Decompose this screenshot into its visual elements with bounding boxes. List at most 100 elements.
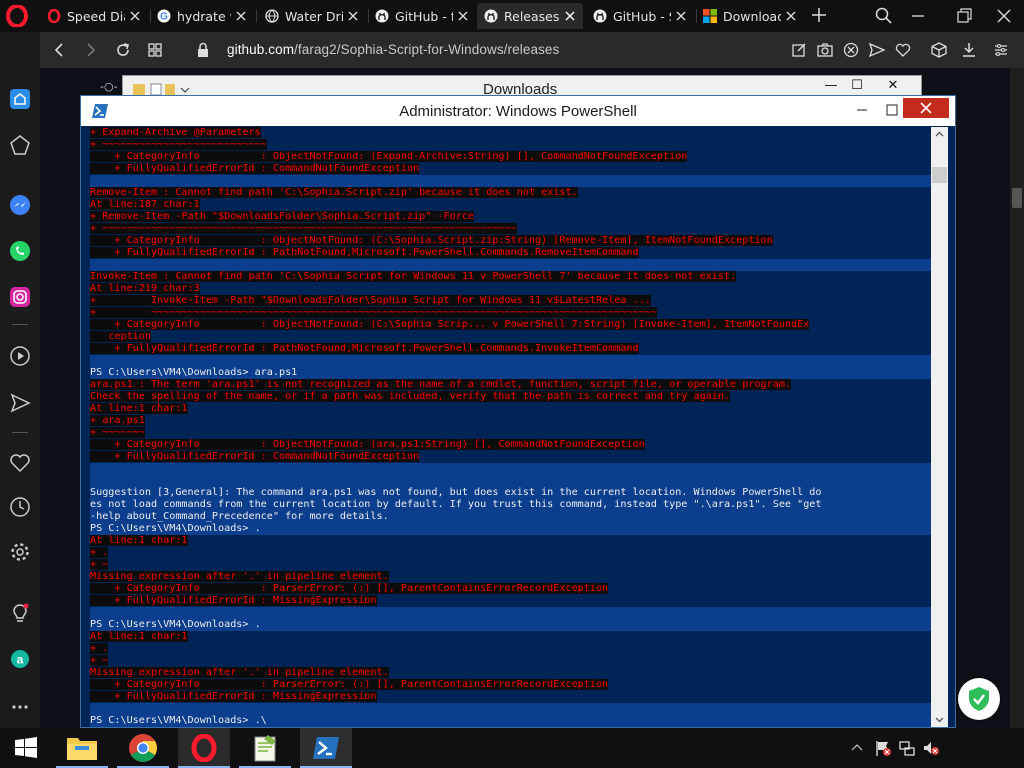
console-error-line: + ~~~~~~~ (90, 427, 932, 439)
bookmark-heart-icon[interactable] (894, 41, 912, 59)
tab-download[interactable]: Download (696, 3, 804, 29)
settings-icon[interactable] (9, 541, 31, 563)
close-window-icon[interactable] (994, 6, 1014, 26)
whatsapp-icon[interactable] (9, 240, 31, 262)
console-error-text: + CategoryInfo : ObjectNotFound: (ara.ps… (90, 439, 645, 450)
show-hidden-icons-chevron-icon[interactable] (848, 739, 866, 757)
browser-tab-strip: Speed Dia G hydrate w Water Dri GitHub -… (0, 0, 1024, 32)
scroll-down-icon[interactable] (935, 715, 944, 724)
powershell-minimize-button[interactable] (847, 98, 877, 122)
windows-start-button[interactable] (0, 728, 52, 768)
downloads-icon[interactable] (960, 41, 978, 59)
powershell-console[interactable]: + Expand-Archive @Parameters + ~~~~~~~~~~… (90, 127, 932, 727)
close-tab-icon[interactable] (234, 9, 248, 23)
restore-window-icon[interactable] (954, 6, 974, 26)
edit-icon[interactable] (790, 41, 808, 59)
tab-hydrate[interactable]: G hydrate w (150, 3, 254, 29)
tab-github-s[interactable]: GitHub - S (586, 3, 694, 29)
console-error-line: + FullyQualifiedErrorId : CommandNotFoun… (90, 163, 932, 175)
close-tab-icon[interactable] (563, 9, 577, 23)
page-scrollbar[interactable] (1010, 68, 1024, 728)
console-line (90, 703, 932, 715)
easy-setup-icon[interactable] (992, 41, 1010, 59)
powershell-scrollbar[interactable] (931, 127, 948, 727)
console-error-text: + CategoryInfo : ObjectNotFound: (C:\Sop… (90, 235, 773, 246)
console-error-line: + Remove-Item -Path "$DownloadsFolder\So… (90, 211, 932, 223)
globe-icon (264, 8, 280, 24)
console-error-line: + FullyQualifiedErrorId : MissingExpress… (90, 691, 932, 703)
back-icon[interactable] (50, 41, 68, 59)
forward-icon[interactable] (82, 41, 100, 59)
console-error-text: Check the spelling of the name, or if a … (90, 391, 731, 402)
security-shield-button[interactable] (958, 678, 1000, 720)
tab-speed-dial[interactable]: Speed Dia (40, 3, 148, 29)
instagram-icon[interactable] (9, 286, 31, 308)
tab-divider (256, 9, 257, 23)
history-icon[interactable] (9, 496, 31, 518)
console-error-text: Missing expression after '.' in pipeline… (90, 667, 389, 678)
close-tab-icon[interactable] (784, 9, 798, 23)
send-page-icon[interactable] (868, 41, 886, 59)
powershell-close-button[interactable] (903, 98, 949, 118)
send-icon[interactable] (9, 392, 31, 414)
taskbar-powershell[interactable] (300, 728, 352, 768)
minimize-window-icon[interactable] (908, 6, 928, 26)
home-icon[interactable] (9, 88, 31, 110)
bookmarks-icon[interactable] (9, 134, 31, 156)
block-ads-icon[interactable] (842, 41, 860, 59)
google-g-icon: G (156, 8, 172, 24)
opera-menu-icon[interactable] (6, 5, 28, 27)
tab-grid-icon[interactable] (146, 41, 164, 59)
console-error-text: ara.ps1 : The term 'ara.ps1' is not reco… (90, 379, 792, 390)
windows-taskbar (0, 728, 1024, 768)
reload-icon[interactable] (114, 41, 132, 59)
console-error-line: + CategoryInfo : ObjectNotFound: (ara.ps… (90, 439, 932, 451)
console-error-line: Missing expression after '.' in pipeline… (90, 571, 932, 583)
messenger-icon[interactable] (9, 194, 31, 216)
close-tab-icon[interactable] (128, 9, 142, 23)
console-error-text: + ~~~~~~~~~~~~~~~~~~~~~~~~~~~ (90, 139, 267, 150)
console-error-text: + CategoryInfo : ParserError: (:) [], Pa… (90, 583, 609, 594)
taskbar-opera[interactable] (178, 728, 230, 768)
close-tab-icon[interactable] (346, 9, 360, 23)
console-error-text: Missing expression after '.' in pipeline… (90, 571, 389, 582)
taskbar-chrome[interactable] (117, 728, 169, 768)
page-scrollbar-thumb[interactable] (1012, 188, 1022, 208)
console-error-line: + ~~~~~~~~~~~~~~~~~~~~~~~~~~~ (90, 139, 932, 151)
taskbar-notepad-plus-plus[interactable] (239, 728, 291, 768)
tab-releases[interactable]: Releases (477, 3, 583, 29)
console-error-line: At line:187 char:1 (90, 199, 932, 211)
volume-muted-icon[interactable] (922, 739, 940, 757)
windows-start-icon (15, 737, 37, 758)
console-error-line: + ~ (90, 559, 932, 571)
explorer-maximize-button[interactable]: ☐ (843, 76, 871, 96)
powershell-titlebar[interactable]: Administrator: Windows PowerShell (81, 96, 955, 126)
new-tab-plus-icon[interactable] (810, 6, 828, 24)
lightbulb-icon[interactable] (9, 603, 31, 625)
console-error-text: + FullyQualifiedErrorId : MissingExpress… (90, 691, 377, 702)
powershell-window[interactable]: Administrator: Windows PowerShell + Expa… (80, 95, 956, 728)
explorer-close-button[interactable]: ✕ (879, 76, 907, 96)
close-tab-icon[interactable] (674, 9, 688, 23)
scroll-up-icon[interactable] (935, 130, 944, 139)
powershell-scrollbar-thumb[interactable] (932, 167, 947, 183)
close-tab-icon[interactable] (456, 9, 470, 23)
tab-water-drink[interactable]: Water Dri (258, 3, 366, 29)
search-tabs-icon[interactable] (874, 6, 894, 26)
network-icon[interactable] (898, 739, 916, 757)
extensions-cube-icon[interactable] (930, 41, 948, 59)
heart-icon[interactable] (9, 452, 31, 474)
tab-github-f[interactable]: GitHub - f (368, 3, 476, 29)
shield-check-icon (969, 687, 989, 711)
console-error-text: + . (90, 547, 109, 558)
url-field[interactable]: github.com/farag2/Sophia-Script-for-Wind… (227, 42, 559, 57)
console-error-text: Invoke-Item : Cannot find path 'C:\Sophi… (90, 271, 737, 282)
lock-icon[interactable] (194, 41, 212, 59)
action-center-flag-icon[interactable] (874, 739, 892, 757)
player-icon[interactable] (9, 345, 31, 367)
camera-snapshot-icon[interactable] (816, 41, 834, 59)
taskbar-file-explorer[interactable] (56, 728, 108, 768)
more-icon[interactable] (9, 696, 31, 718)
explorer-minimize-button[interactable]: — (817, 76, 845, 96)
aria-icon[interactable]: a (9, 648, 31, 670)
